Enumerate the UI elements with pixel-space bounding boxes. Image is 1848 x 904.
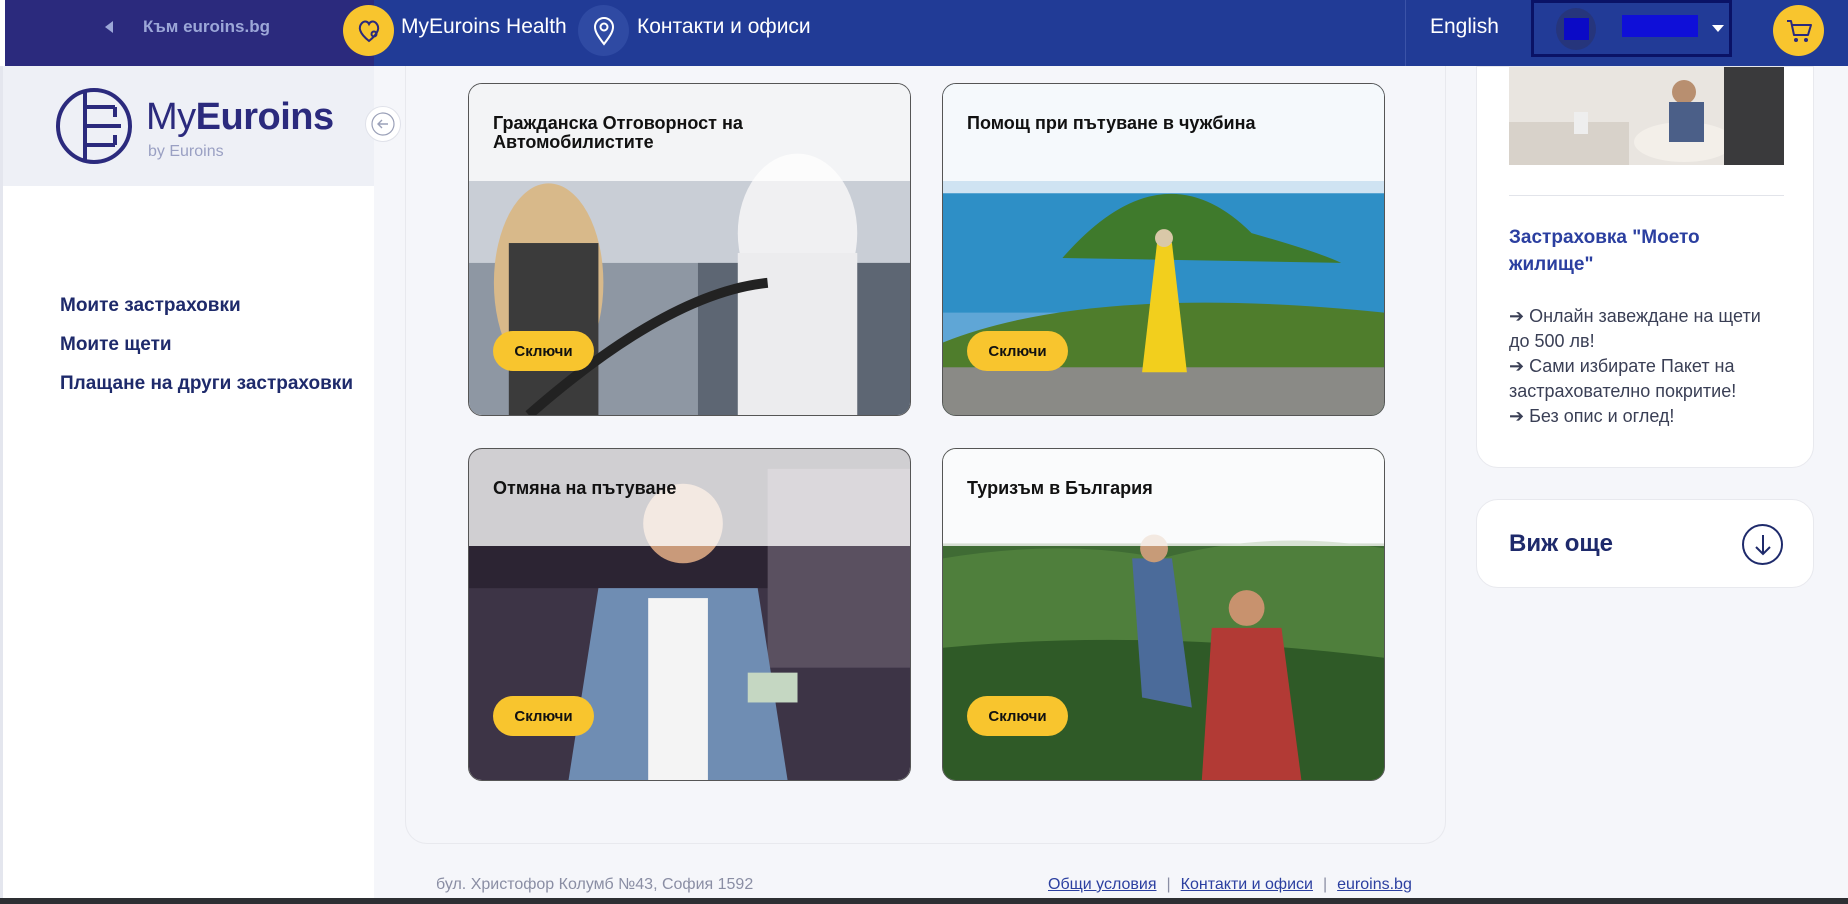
see-more-button[interactable]: Виж още [1476, 499, 1814, 588]
divider [1405, 0, 1406, 66]
logo-title: MyEuroins [146, 96, 334, 138]
card-title: Помощ при пътуване в чужбина [967, 113, 1256, 133]
back-link-label: Към euroins.bg [143, 17, 270, 36]
language-switch[interactable]: English [1430, 15, 1499, 39]
heart-stethoscope-icon[interactable] [343, 5, 394, 56]
location-pin-icon[interactable] [578, 5, 629, 56]
user-menu[interactable] [1531, 0, 1732, 57]
promo-line: ➔ Сами избирате Пакет на застрахователно… [1509, 356, 1737, 401]
promo-card: Застраховка "Моето жилище" ➔ Онлайн заве… [1476, 66, 1814, 468]
redacted-username [1622, 15, 1698, 37]
family-home-image [1509, 67, 1784, 165]
footer-address: бул. Христофор Колумб №43, София 1592 [436, 876, 754, 893]
top-bar-left: Към euroins.bg [5, 0, 374, 66]
avatar [1556, 8, 1596, 50]
contacts-link[interactable]: Контакти и офиси [637, 15, 811, 39]
logo-subtitle: by Euroins [148, 143, 224, 160]
promo-text: ➔ Онлайн завеждане на щети до 500 лв! ➔ … [1509, 304, 1784, 429]
chevron-down-icon [1712, 25, 1724, 32]
buy-button[interactable]: Сключи [493, 331, 594, 371]
caret-left-icon [105, 21, 113, 33]
product-card-trip-cancellation[interactable]: Отмяна на пътуване Сключи [468, 448, 911, 781]
back-to-site-link[interactable]: Към euroins.bg [105, 17, 270, 37]
footer-links: Общи условия | Контакти и офиси | euroins.bg [1048, 876, 1412, 894]
promo-image [1509, 67, 1784, 165]
card-title: Гражданска Отговорност на Автомобилистит… [493, 113, 743, 152]
promo-title[interactable]: Застраховка "Моето жилище" [1509, 224, 1784, 278]
arrow-down-icon [1742, 524, 1783, 565]
euroins-logo-icon [55, 87, 133, 170]
health-link[interactable]: MyEuroins Health [401, 15, 567, 39]
sidebar-header: MyEuroins by Euroins [3, 66, 374, 186]
redacted-avatar [1564, 18, 1589, 40]
buy-button[interactable]: Сключи [493, 696, 594, 736]
buy-button[interactable]: Сключи [967, 331, 1068, 371]
see-more-label: Виж още [1509, 530, 1614, 557]
separator: | [1322, 876, 1328, 893]
sidebar-item-pay-other[interactable]: Плащане на други застраховки [60, 369, 353, 408]
divider [1509, 195, 1784, 196]
product-card-travel-abroad[interactable]: Помощ при пътуване в чужбина Сключи [942, 83, 1385, 416]
footer-link-euroins[interactable]: euroins.bg [1337, 876, 1412, 893]
buy-button[interactable]: Сключи [967, 696, 1068, 736]
footer-link-contacts[interactable]: Контакти и офиси [1181, 876, 1313, 893]
arrow-left-icon [371, 112, 395, 136]
sidebar-menu: Моите застраховки Моите щети Плащане на … [60, 291, 353, 408]
sidebar-item-my-insurances[interactable]: Моите застраховки [60, 291, 353, 330]
card-title: Туризъм в България [967, 478, 1153, 498]
window-bottom-bar [0, 898, 1848, 904]
promo-line: ➔ Без опис и оглед! [1509, 406, 1675, 426]
cart-icon[interactable] [1773, 5, 1824, 56]
footer-link-terms[interactable]: Общи условия [1048, 876, 1157, 893]
separator: | [1166, 876, 1171, 893]
card-title: Отмяна на пътуване [493, 478, 677, 498]
sidebar: MyEuroins by Euroins Моите застраховки М… [0, 66, 374, 904]
collapse-sidebar-button[interactable] [365, 106, 401, 142]
promo-line: ➔ Онлайн завеждане на щети до 500 лв! [1509, 306, 1761, 351]
top-bar: Към euroins.bg MyEuroins Health Контакти… [5, 0, 1848, 66]
product-card-tourism-bulgaria[interactable]: Туризъм в България Сключи [942, 448, 1385, 781]
sidebar-item-my-claims[interactable]: Моите щети [60, 330, 353, 369]
product-card-mtpl[interactable]: Гражданска Отговорност на Автомобилистит… [468, 83, 911, 416]
